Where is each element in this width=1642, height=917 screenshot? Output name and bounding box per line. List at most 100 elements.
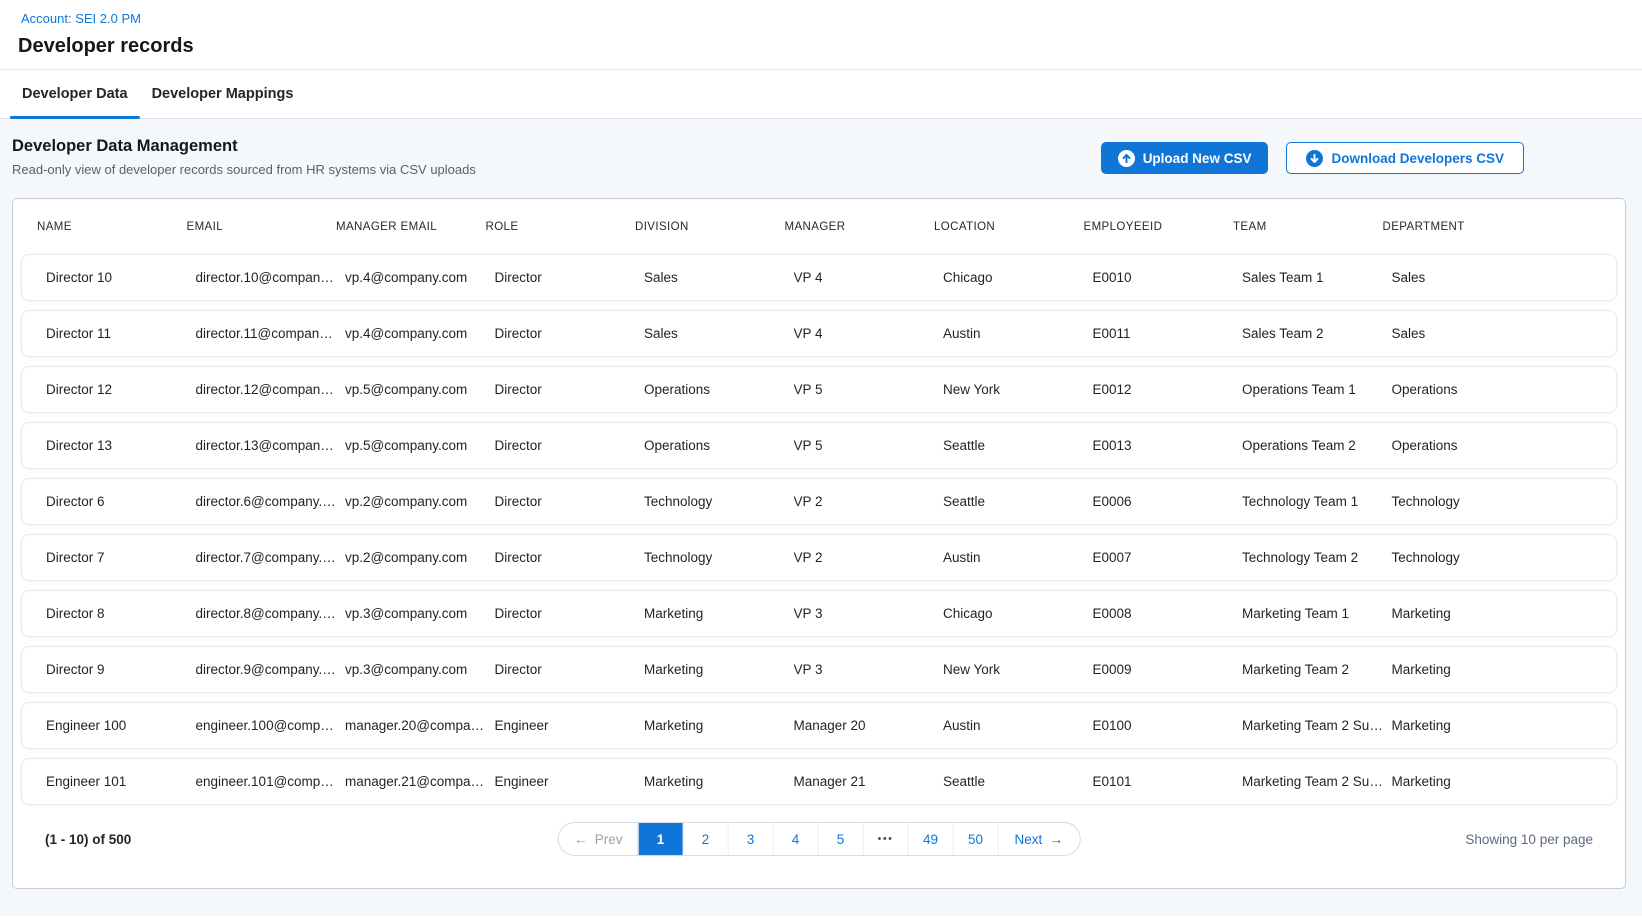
table-cell: Marketing Team 2 Su… [1242,718,1392,733]
table-cell: manager.20@compa… [345,718,495,733]
table-cell: director.11@compan… [196,326,346,341]
table-cell: Sales [1392,326,1593,341]
column-header-employeeid: EMPLOYEEID [1084,221,1234,233]
table-cell: Marketing [644,606,794,621]
pagination-next-button[interactable]: Next→ [998,823,1080,855]
table-cell: Austin [943,326,1093,341]
table-cell: Chicago [943,606,1093,621]
table-cell: Sales [644,326,794,341]
next-label: Next [1015,832,1043,847]
table-cell: manager.21@compa… [345,774,495,789]
table-cell: Director 6 [46,494,196,509]
table-cell: Operations Team 2 [1242,438,1392,453]
pagination-range-text: (1 - 10) of 500 [45,832,131,847]
table-row: Engineer 101engineer.101@comp…manager.21… [21,758,1617,805]
table-cell: Technology [1392,550,1593,565]
table-cell: director.9@company.… [196,662,346,677]
table-cell: Director [495,326,645,341]
table-cell: Marketing [1392,774,1593,789]
pagination-page-5[interactable]: 5 [818,823,863,855]
table-cell: Technology [1392,494,1593,509]
table-cell: Marketing Team 1 [1242,606,1392,621]
table-cell: Marketing [644,774,794,789]
column-header-role: ROLE [486,221,636,233]
table-cell: Marketing [644,662,794,677]
tab-developer-mappings[interactable]: Developer Mappings [140,70,306,118]
table-cell: Marketing [644,718,794,733]
pagination-page-3[interactable]: 3 [728,823,773,855]
table-cell: vp.4@company.com [345,326,495,341]
prev-label: Prev [595,832,623,847]
table-cell: Engineer [495,774,645,789]
upload-new-csv-button[interactable]: Upload New CSV [1101,142,1269,174]
pagination: ←Prev12345•••4950Next→ [558,822,1081,856]
table-cell: Director 10 [46,270,196,285]
table-cell: Director 11 [46,326,196,341]
pagination-page-2[interactable]: 2 [683,823,728,855]
table-cell: Austin [943,550,1093,565]
table-cell: director.7@company.… [196,550,346,565]
table-cell: E0013 [1093,438,1243,453]
pagination-page-50[interactable]: 50 [953,823,998,855]
column-header-manager: MANAGER [785,221,935,233]
table-cell: Engineer 100 [46,718,196,733]
table-cell: VP 4 [794,270,944,285]
table-cell: Director [495,438,645,453]
table-cell: E0011 [1093,326,1243,341]
table-cell: director.10@compan… [196,270,346,285]
pagination-prev-button[interactable]: ← Prev [559,823,638,855]
table-cell: E0006 [1093,494,1243,509]
table-cell: Marketing Team 2 [1242,662,1392,677]
table-cell: E0007 [1093,550,1243,565]
arrow-left-icon: ← [574,832,588,846]
table-cell: Director 9 [46,662,196,677]
table-cell: vp.2@company.com [345,494,495,509]
action-buttons: Upload New CSV Download Developers CSV [1101,142,1524,174]
account-breadcrumb-link[interactable]: Account: SEI 2.0 PM [21,11,141,26]
download-icon [1306,150,1323,167]
table-cell: Sales Team 2 [1242,326,1392,341]
table-cell: vp.5@company.com [345,438,495,453]
upload-icon [1118,150,1135,167]
table-cell: E0100 [1093,718,1243,733]
table-cell: Operations Team 1 [1242,382,1392,397]
table-footer: (1 - 10) of 500 ←Prev12345•••4950Next→ S… [21,822,1617,856]
table-header-row: NAMEEMAILMANAGER EMAILROLEDIVISIONMANAGE… [21,199,1617,254]
table-cell: E0010 [1093,270,1243,285]
table-cell: VP 3 [794,662,944,677]
table-cell: engineer.101@comp… [196,774,346,789]
pagination-page-4[interactable]: 4 [773,823,818,855]
column-header-manager-email: MANAGER EMAIL [336,221,486,233]
download-button-label: Download Developers CSV [1331,151,1504,166]
table-cell: Operations [1392,438,1593,453]
tab-developer-data[interactable]: Developer Data [10,70,140,118]
table-cell: vp.5@company.com [345,382,495,397]
table-cell: Engineer 101 [46,774,196,789]
main-section: Developer Data Management Read-only view… [0,119,1642,916]
table-cell: Marketing Team 2 Su… [1242,774,1392,789]
table-cell: Director [495,606,645,621]
table-cell: director.8@company.… [196,606,346,621]
table-row: Director 11director.11@compan…vp.4@compa… [21,310,1617,357]
table-cell: Sales Team 1 [1242,270,1392,285]
column-header-name: NAME [37,221,187,233]
table-cell: Technology [644,494,794,509]
page-header: Account: SEI 2.0 PM Developer records [0,0,1642,70]
table-cell: Seattle [943,438,1093,453]
tab-bar: Developer Data Developer Mappings [0,70,1642,119]
table-cell: Manager 20 [794,718,944,733]
table-cell: Director [495,662,645,677]
table-cell: New York [943,382,1093,397]
table-row: Director 6director.6@company.…vp.2@compa… [21,478,1617,525]
pagination-page-49[interactable]: 49 [908,823,953,855]
table-cell: Marketing [1392,662,1593,677]
table-cell: Sales [644,270,794,285]
download-developers-csv-button[interactable]: Download Developers CSV [1286,142,1524,174]
table-cell: Director 7 [46,550,196,565]
upload-button-label: Upload New CSV [1143,151,1252,166]
pagination-page-1[interactable]: 1 [638,823,683,855]
developer-table-card: NAMEEMAILMANAGER EMAILROLEDIVISIONMANAGE… [12,198,1626,889]
table-cell: vp.2@company.com [345,550,495,565]
table-cell: New York [943,662,1093,677]
table-cell: Technology Team 2 [1242,550,1392,565]
